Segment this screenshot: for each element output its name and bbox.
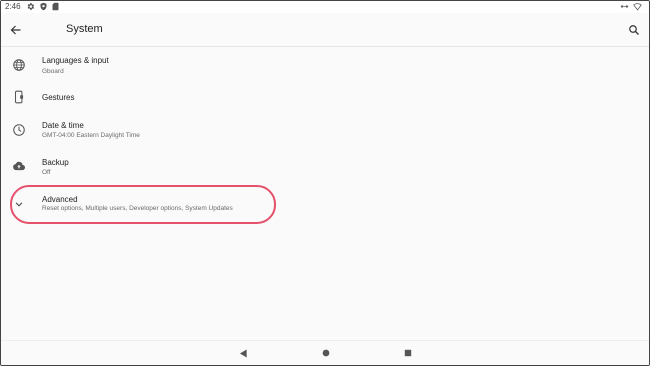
shield-icon bbox=[39, 2, 48, 11]
home-circle-icon bbox=[322, 349, 330, 357]
data-arrows-icon bbox=[620, 2, 629, 11]
settings-item-title: Languages & input bbox=[42, 56, 109, 65]
search-button[interactable] bbox=[624, 20, 644, 40]
settings-item-summary: GMT-04:00 Eastern Daylight Time bbox=[42, 132, 140, 139]
page-title: System bbox=[66, 23, 103, 35]
settings-item-title: Gestures bbox=[42, 93, 75, 102]
sd-card-icon bbox=[51, 2, 60, 11]
settings-item-title: Advanced bbox=[42, 195, 78, 204]
settings-item-backup[interactable]: Backup Off bbox=[1, 152, 649, 182]
settings-item-summary: Off bbox=[42, 169, 51, 176]
settings-item-advanced[interactable]: Advanced Reset options, Multiple users, … bbox=[1, 189, 649, 219]
nav-home-button[interactable] bbox=[320, 347, 332, 359]
recents-square-icon bbox=[404, 349, 412, 357]
clock-icon bbox=[12, 123, 26, 137]
wifi-icon bbox=[633, 2, 642, 11]
gestures-phone-icon bbox=[12, 90, 26, 104]
globe-icon bbox=[12, 58, 26, 72]
search-icon bbox=[629, 25, 639, 35]
cloud-backup-icon bbox=[12, 159, 26, 173]
nav-recents-button[interactable] bbox=[402, 347, 414, 359]
settings-item-summary: Gboard bbox=[42, 68, 64, 75]
chevron-down-icon bbox=[12, 197, 26, 211]
status-time: 2:46 bbox=[5, 2, 21, 11]
navigation-bar bbox=[1, 340, 649, 365]
screen-frame: 2:46 System Languages & input Gboard Ges… bbox=[0, 0, 650, 366]
status-bar: 2:46 bbox=[1, 1, 649, 13]
arrow-back-icon bbox=[10, 25, 21, 35]
app-bar: System bbox=[1, 13, 649, 47]
settings-item-languages[interactable]: Languages & input Gboard bbox=[1, 50, 649, 80]
settings-item-title: Backup bbox=[42, 158, 69, 167]
back-button[interactable] bbox=[6, 20, 26, 40]
back-triangle-icon bbox=[239, 348, 247, 358]
settings-icon bbox=[26, 2, 35, 11]
settings-item-gestures[interactable]: Gestures bbox=[1, 83, 649, 113]
settings-item-summary: Reset options, Multiple users, Developer… bbox=[42, 205, 233, 212]
settings-item-date-time[interactable]: Date & time GMT-04:00 Eastern Daylight T… bbox=[1, 115, 649, 145]
nav-back-button[interactable] bbox=[237, 347, 249, 359]
settings-item-title: Date & time bbox=[42, 121, 84, 130]
